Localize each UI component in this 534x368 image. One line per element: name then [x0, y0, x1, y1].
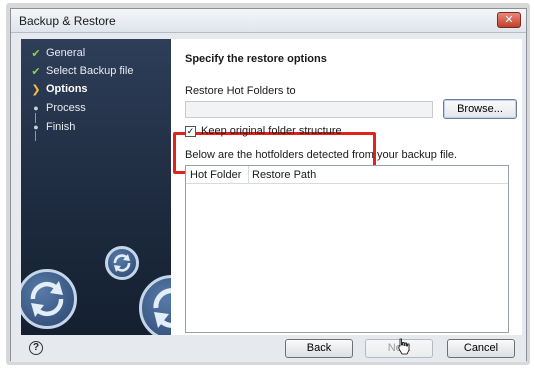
- dialog-footer: ? Back Next Cancel: [11, 335, 526, 362]
- restore-hot-folders-label: Restore Hot Folders to: [185, 85, 296, 97]
- step-process: ● Process: [29, 100, 86, 116]
- bullet-icon: ●: [33, 103, 39, 113]
- step-label: General: [46, 47, 86, 59]
- title-bar: Backup & Restore ✕: [11, 9, 526, 33]
- step-label: Finish: [46, 121, 76, 133]
- table-header: Hot Folder Restore Path: [186, 166, 508, 184]
- step-label: Select Backup file: [46, 65, 134, 77]
- step-finish: ● Finish: [29, 119, 75, 135]
- step-select-backup-file: ✔ Select Backup file: [29, 63, 133, 79]
- cancel-button[interactable]: Cancel: [447, 339, 515, 358]
- help-icon[interactable]: ?: [29, 341, 43, 355]
- sync-icon: [21, 269, 77, 329]
- check-icon: ✔: [31, 47, 41, 60]
- hotfolders-description: Below are the hotfolders detected from y…: [185, 149, 458, 161]
- back-button[interactable]: Back: [285, 339, 353, 358]
- sync-icon: [105, 246, 139, 280]
- check-icon: ✔: [31, 65, 41, 78]
- browse-button[interactable]: Browse...: [443, 99, 517, 119]
- step-label: Process: [46, 102, 86, 114]
- restore-path-input[interactable]: [185, 101, 433, 118]
- window-title: Backup & Restore: [19, 14, 116, 28]
- bullet-icon: ●: [33, 122, 39, 132]
- step-general: ✔ General: [29, 45, 85, 61]
- column-divider: [248, 166, 249, 184]
- page-title: Specify the restore options: [185, 53, 327, 65]
- step-options: ❯ Options: [29, 81, 88, 97]
- column-header-hot-folder[interactable]: Hot Folder: [190, 169, 241, 181]
- step-label: Options: [46, 83, 88, 95]
- keep-structure-label: Keep original folder structure: [201, 125, 342, 137]
- column-header-restore-path[interactable]: Restore Path: [252, 169, 316, 181]
- close-button[interactable]: ✕: [497, 12, 521, 28]
- backup-restore-dialog: Backup & Restore ✕ ✔ General ✔ Select Ba…: [10, 8, 527, 362]
- current-step-arrow-icon: ❯: [31, 83, 41, 96]
- mouse-pointer-icon: [398, 338, 410, 355]
- wizard-sidebar: ✔ General ✔ Select Backup file ❯ Options…: [21, 39, 171, 335]
- keep-structure-checkbox[interactable]: ✓: [185, 125, 196, 137]
- options-panel: Specify the restore options Restore Hot …: [171, 39, 522, 335]
- hotfolders-table[interactable]: Hot Folder Restore Path: [185, 165, 509, 333]
- keep-structure-option[interactable]: ✓ Keep original folder structure: [185, 125, 342, 137]
- sync-icon: [139, 275, 171, 335]
